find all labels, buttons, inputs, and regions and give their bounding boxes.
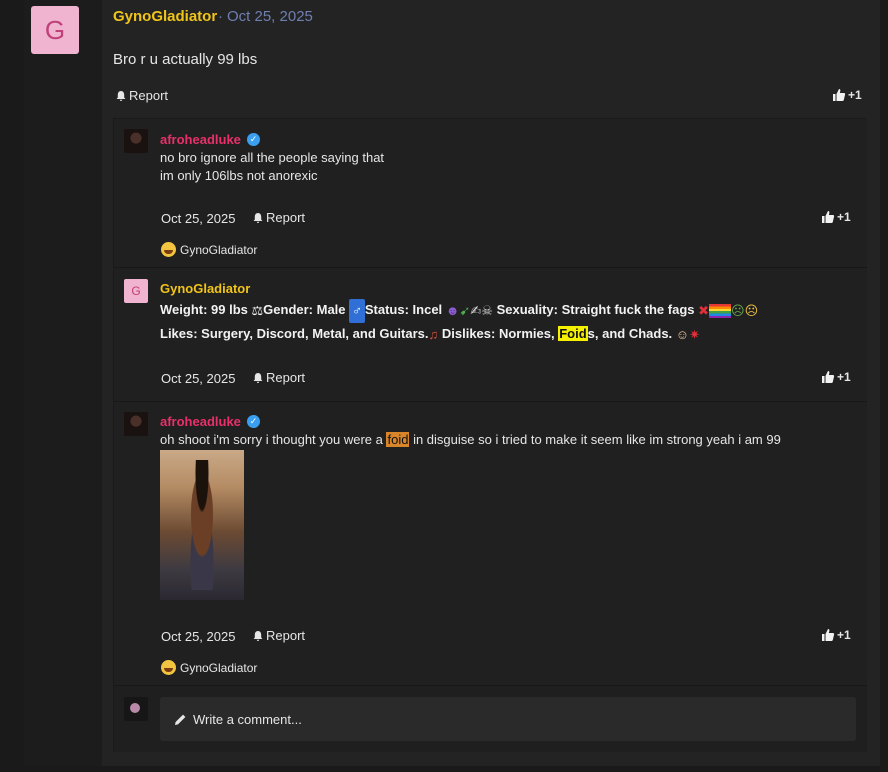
reply-date[interactable]: Oct 25, 2025: [161, 629, 235, 644]
bio-weight: Weight: 99 lbs: [160, 302, 252, 317]
reaction-summary[interactable]: GynoGladiator: [161, 660, 257, 675]
reply-item: G GynoGladiator Weight: 99 lbs ⚖Gender: …: [114, 268, 867, 402]
laughing-emoji-icon: [161, 660, 176, 675]
comment-composer: Write a comment...: [114, 686, 867, 752]
bio-sexuality: Sexuality: Straight fuck the fags: [492, 302, 699, 317]
thumbs-up-icon: [833, 89, 846, 101]
hand-icon: ✍: [470, 302, 482, 318]
thread-container: G GynoGladiator · Oct 25, 2025 Bro r u a…: [0, 0, 888, 772]
reply-text-line: im only 106lbs not anorexic: [160, 168, 318, 183]
report-label: Report: [129, 88, 169, 103]
like-button[interactable]: +1: [821, 370, 851, 384]
comment-placeholder: Write a comment...: [193, 711, 302, 727]
separator-dot: ·: [218, 8, 223, 25]
avatar[interactable]: G: [124, 279, 148, 303]
current-user-avatar: [124, 697, 148, 721]
verified-badge-icon: ✓: [247, 415, 260, 428]
report-label: Report: [266, 370, 306, 385]
avatar[interactable]: G: [31, 6, 79, 54]
devil-face-icon: ☻: [445, 302, 460, 318]
cross-mark-icon: ✖: [698, 302, 710, 318]
rainbow-flag-icon: [709, 303, 732, 318]
comment-input[interactable]: Write a comment...: [160, 697, 856, 741]
report-button[interactable]: Report: [252, 628, 305, 643]
male-sign-icon: ♂: [349, 298, 365, 323]
bell-icon: [253, 630, 263, 641]
guitar-icon: ♫: [428, 326, 439, 342]
post-avatar-column: G: [24, 0, 102, 766]
replies-list: afroheadluke ✓ no bro ignore all the peo…: [113, 118, 867, 752]
highlighted-word: foid: [386, 432, 410, 447]
thumbs-up-icon: [822, 211, 835, 223]
report-button[interactable]: Report: [115, 88, 168, 103]
reply-author[interactable]: afroheadluke: [160, 132, 241, 147]
reply-item: afroheadluke ✓ oh shoot i'm sorry i thou…: [114, 402, 867, 686]
thumbs-up-icon: [822, 371, 835, 383]
reply-text-start: oh shoot i'm sorry i thought you were a: [160, 432, 387, 447]
reply-bio-line-2: Likes: Surgery, Discord, Metal, and Guit…: [160, 322, 700, 347]
thumbs-up-icon: [822, 629, 835, 641]
bio-likes: Likes: Surgery, Discord, Metal, and Guit…: [160, 326, 429, 341]
bio-dislikes-end: s, and Chads.: [587, 326, 676, 341]
reply-author[interactable]: GynoGladiator: [160, 281, 250, 296]
attached-photo[interactable]: [160, 450, 244, 600]
bell-icon: [253, 212, 263, 223]
bio-status: Status: Incel: [364, 302, 446, 317]
report-label: Report: [266, 628, 306, 643]
report-button[interactable]: Report: [252, 370, 305, 385]
photo-subject: [182, 460, 222, 590]
reply-date[interactable]: Oct 25, 2025: [161, 211, 235, 226]
water-gun-icon: ➹: [459, 302, 471, 318]
reply-bio-line-1: Weight: 99 lbs ⚖Gender: Male ♂ Status: In…: [160, 298, 758, 323]
vomiting-face-icon: ☹: [744, 302, 759, 318]
nauseated-face-icon: ☹: [731, 302, 745, 318]
avatar[interactable]: [124, 412, 148, 436]
avatar[interactable]: [124, 129, 148, 153]
reply-text-end: in disguise so i tried to make it seem l…: [409, 432, 781, 447]
bio-dislikes: Dislikes: Normies,: [438, 326, 559, 341]
post-date[interactable]: Oct 25, 2025: [227, 8, 313, 25]
report-label: Report: [266, 210, 306, 225]
anger-symbol-icon: ✷: [689, 326, 700, 342]
bell-icon: [253, 372, 263, 383]
like-button[interactable]: +1: [821, 628, 851, 642]
bell-icon: [116, 90, 126, 101]
reply-item: afroheadluke ✓ no bro ignore all the peo…: [114, 119, 867, 268]
post-author[interactable]: GynoGladiator: [113, 8, 217, 25]
scales-icon: ⚖: [251, 302, 264, 318]
like-button[interactable]: +1: [832, 88, 862, 102]
reply-text: oh shoot i'm sorry i thought you were a …: [160, 431, 781, 449]
like-count: +1: [837, 210, 851, 224]
like-count: +1: [837, 628, 851, 642]
reaction-user: GynoGladiator: [180, 660, 258, 675]
like-button[interactable]: +1: [821, 210, 851, 224]
pencil-icon: [175, 714, 186, 725]
verified-badge-icon: ✓: [247, 133, 260, 146]
highlighted-word: Foid: [558, 326, 588, 341]
skull-icon: ☠: [481, 302, 493, 318]
reply-author[interactable]: afroheadluke: [160, 414, 241, 429]
reaction-summary[interactable]: GynoGladiator: [161, 242, 257, 257]
person-icon: ☺: [675, 326, 690, 342]
like-count: +1: [848, 88, 862, 102]
reply-text-line: no bro ignore all the people saying that: [160, 150, 385, 165]
post-body: Bro r u actually 99 lbs: [113, 51, 258, 68]
like-count: +1: [837, 370, 851, 384]
laughing-emoji-icon: [161, 242, 176, 257]
reply-date[interactable]: Oct 25, 2025: [161, 371, 235, 386]
reaction-user: GynoGladiator: [180, 242, 258, 257]
bio-gender: Gender: Male: [263, 302, 350, 317]
report-button[interactable]: Report: [252, 210, 305, 225]
